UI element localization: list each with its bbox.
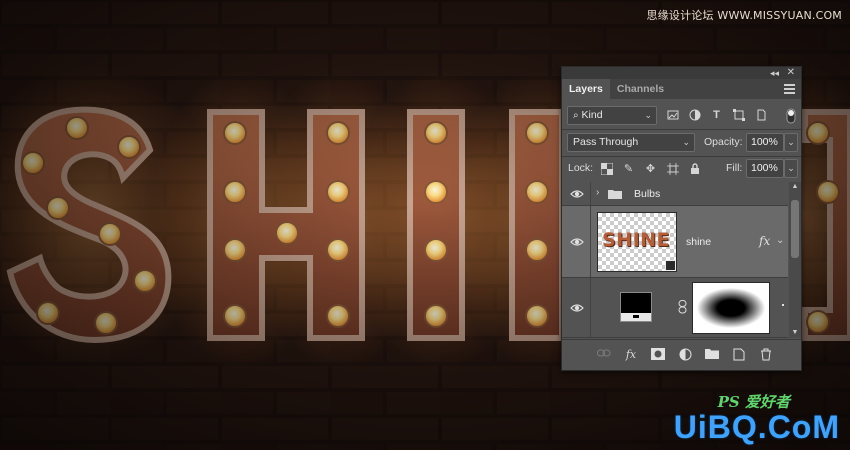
filter-toggle-icon[interactable] xyxy=(784,108,797,124)
lock-pixels-icon[interactable]: ✎ xyxy=(622,163,635,176)
layers-scrollbar[interactable]: ▲ ▼ xyxy=(789,182,801,338)
layer-name: shine xyxy=(686,236,712,248)
scroll-thumb[interactable] xyxy=(791,200,799,258)
blend-mode-value: Pass Through xyxy=(573,136,639,148)
lock-transparent-icon[interactable] xyxy=(600,162,613,176)
folder-icon[interactable] xyxy=(705,348,719,362)
new-layer-icon[interactable] xyxy=(732,348,746,362)
scroll-down-icon[interactable]: ▼ xyxy=(789,328,801,338)
fill-label: Fill: xyxy=(726,162,743,174)
chevron-down-icon: ⌄ xyxy=(682,137,690,147)
chevron-right-icon[interactable]: › xyxy=(596,187,599,198)
watermark-top: 思缘设计论坛 WWW.MISSYUAN.COM xyxy=(646,9,842,22)
layers-panel: ◂◂ ✕ Layers Channels ⌕ Kind ⌄ T Pass Thr… xyxy=(561,66,802,371)
opacity-dropdown[interactable]: ⌄ xyxy=(784,133,798,152)
visibility-eye-icon[interactable] xyxy=(570,303,584,313)
scroll-up-icon[interactable]: ▲ xyxy=(789,182,801,192)
visibility-eye-icon[interactable] xyxy=(570,237,584,247)
fx-icon[interactable]: fx xyxy=(759,234,770,248)
layer-row-bulbs[interactable]: › Bulbs xyxy=(562,182,788,206)
eye-column xyxy=(590,278,591,337)
filter-pixel-icon[interactable] xyxy=(666,109,679,122)
adjustment-icon[interactable] xyxy=(678,348,692,362)
collapse-icon[interactable]: ◂◂ xyxy=(770,67,779,79)
fill-layer-thumbnail xyxy=(620,292,652,322)
watermark-uibq: UiBQ.CoM xyxy=(673,409,840,445)
mask-icon[interactable] xyxy=(651,348,665,362)
filter-row: ⌕ Kind ⌄ T xyxy=(562,103,801,129)
blend-row: Pass Through ⌄ Opacity: 100% ⌄ xyxy=(562,131,801,155)
filter-smartobject-icon[interactable] xyxy=(754,109,767,122)
filter-shape-icon[interactable] xyxy=(732,109,745,122)
lock-label: Lock: xyxy=(568,162,594,174)
link-layers-icon[interactable] xyxy=(597,348,611,362)
lock-artboard-icon[interactable] xyxy=(666,163,679,176)
lock-all-icon[interactable] xyxy=(688,163,701,176)
fill-input[interactable]: 100% xyxy=(746,159,784,178)
divider xyxy=(562,156,801,157)
divider xyxy=(562,129,801,130)
chevron-down-icon[interactable]: ⌄ xyxy=(776,235,784,246)
panel-menu-icon[interactable] xyxy=(784,82,795,96)
link-icon[interactable] xyxy=(678,300,687,317)
visibility-eye-icon[interactable] xyxy=(570,189,584,199)
close-icon[interactable]: ✕ xyxy=(787,67,795,79)
filter-type-icon[interactable]: T xyxy=(710,109,723,122)
layer-row-masked[interactable] xyxy=(562,278,788,338)
thumbnail-text: SHINE xyxy=(602,229,671,251)
panel-tabs: Layers Channels xyxy=(562,79,801,99)
fill-dropdown[interactable]: ⌄ xyxy=(784,159,798,178)
eye-column xyxy=(590,206,591,277)
layer-row-shine[interactable]: SHINE shine fx ⌄ xyxy=(562,206,788,278)
panel-titlebar: ◂◂ ✕ xyxy=(562,67,801,79)
search-icon: ⌕ xyxy=(573,110,579,121)
tab-channels[interactable]: Channels xyxy=(610,79,671,99)
layers-footer: fx xyxy=(562,339,801,370)
watermark-bottom: UiBQ.CoM xyxy=(674,409,840,446)
blend-mode-select[interactable]: Pass Through ⌄ xyxy=(567,133,695,152)
lock-position-icon[interactable]: ✥ xyxy=(644,163,657,176)
layer-name: Bulbs xyxy=(634,188,661,200)
lock-row: Lock: ✎ ✥ Fill: 100% ⌄ xyxy=(562,158,801,180)
layer-mask-thumbnail xyxy=(692,282,770,334)
trash-icon[interactable] xyxy=(759,348,773,362)
opacity-label: Opacity: xyxy=(704,136,743,148)
tab-layers[interactable]: Layers xyxy=(562,79,610,99)
layer-thumbnail: SHINE xyxy=(597,212,677,272)
filter-adjustment-icon[interactable] xyxy=(688,109,701,122)
filter-kind-select[interactable]: ⌕ Kind ⌄ xyxy=(567,106,657,125)
smart-object-badge-icon xyxy=(665,260,676,271)
opacity-input[interactable]: 100% xyxy=(746,133,784,152)
folder-icon xyxy=(608,188,623,203)
filter-kind-label: Kind xyxy=(581,109,603,121)
chevron-down-icon: ⌄ xyxy=(644,110,652,120)
dot-indicator xyxy=(782,304,784,306)
fx-icon[interactable]: fx xyxy=(624,348,638,362)
layers-list: › Bulbs SHINE shine fx ⌄ xyxy=(562,182,788,338)
eye-column xyxy=(590,182,591,205)
